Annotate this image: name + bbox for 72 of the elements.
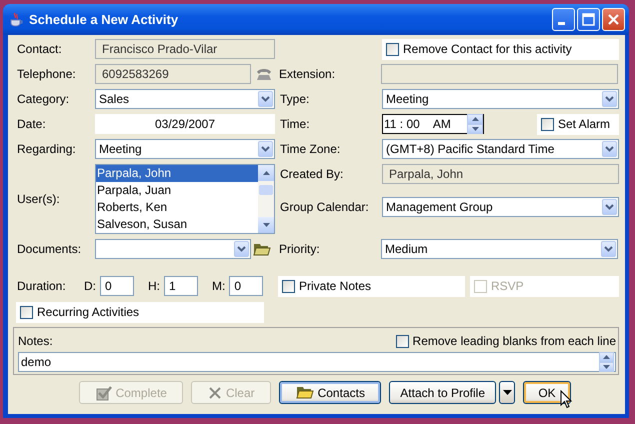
list-item[interactable]: Parpala, Juan — [96, 182, 258, 199]
checkbox-icon — [96, 384, 112, 400]
field-label: Contact: — [17, 42, 63, 56]
dropdown-button[interactable] — [499, 381, 515, 404]
caret-icon — [502, 390, 512, 396]
up-arrow-icon[interactable] — [262, 171, 270, 175]
checkbox[interactable] — [386, 42, 399, 56]
action-button[interactable]: Attach to Profile — [389, 381, 496, 404]
field-label: Date: — [17, 117, 47, 131]
checkbox-label: Remove leading blanks from each line — [412, 334, 616, 348]
field-label: Duration: — [17, 279, 67, 293]
category-dropdown[interactable]: Sales — [95, 89, 275, 109]
folder-icon[interactable] — [253, 241, 271, 257]
field-label: Time: — [280, 117, 311, 131]
field-label: Priority: — [279, 242, 321, 256]
close-icon — [208, 386, 222, 400]
field-label: M: — [212, 279, 226, 293]
telephone-field: 6092583269 — [95, 64, 251, 84]
scrollbar[interactable] — [258, 165, 274, 233]
telephone-icon[interactable] — [255, 67, 273, 81]
down-arrow-icon[interactable] — [262, 223, 270, 227]
field-label: User(s): — [17, 192, 61, 206]
created-by-field: Parpala, John — [382, 164, 619, 184]
minimize-icon[interactable] — [552, 8, 575, 31]
maximize-icon[interactable] — [577, 8, 600, 31]
action-button[interactable]: Contacts — [279, 381, 382, 404]
contact-field: Francisco Prado-Vilar — [95, 39, 275, 59]
folder-icon — [296, 385, 314, 400]
time-field[interactable]: 11 : 00 AM — [382, 114, 484, 134]
checkbox-label: RSVP — [491, 279, 524, 293]
duration-field[interactable]: 0 — [229, 276, 264, 296]
field-label: Group Calendar: — [280, 200, 370, 214]
time-zone-dropdown[interactable]: (GMT+8) Pacific Standard Time — [382, 139, 619, 159]
priority-dropdown[interactable]: Medium — [381, 239, 618, 259]
coffee-cup-icon — [9, 12, 23, 28]
list-item[interactable]: Parpala, John — [96, 165, 258, 182]
date-field[interactable]: 03/29/2007 — [95, 114, 275, 134]
regarding-dropdown[interactable]: Meeting — [95, 139, 275, 159]
field-label: Telephone: — [17, 67, 77, 81]
mouse-pointer-icon — [560, 390, 572, 409]
field-label: Documents: — [17, 242, 82, 256]
documents-dropdown[interactable] — [95, 239, 251, 259]
checkbox-label: Private Notes — [299, 279, 372, 293]
type-dropdown[interactable]: Meeting — [382, 89, 619, 109]
field-label: Category: — [17, 92, 70, 106]
checkbox[interactable] — [541, 118, 554, 130]
spinner-icon[interactable] — [467, 114, 483, 134]
window-title: Schedule a New Activity — [29, 12, 180, 27]
spinner-icon[interactable] — [599, 352, 614, 372]
list-item[interactable]: Roberts, Ken — [96, 199, 258, 216]
duration-field[interactable]: 0 — [100, 276, 134, 296]
scroll-thumb[interactable] — [259, 185, 273, 195]
field-label: H: — [148, 279, 160, 293]
users-list[interactable]: Parpala, John Parpala, Juan Roberts, Ken Salveson, Susan — [95, 164, 275, 234]
checkbox-label: Set Alarm — [558, 117, 610, 131]
checkbox-label: Recurring Activities — [37, 305, 140, 319]
group-calendar-dropdown[interactable]: Management Group — [382, 197, 619, 217]
notes-field[interactable]: demo — [18, 352, 616, 372]
list-item[interactable]: Salveson, Susan — [96, 216, 258, 233]
checkbox[interactable] — [20, 306, 33, 318]
checkbox[interactable] — [282, 280, 295, 292]
field-label: Type: — [280, 92, 310, 106]
notes-label: Notes: — [18, 334, 53, 348]
checkbox[interactable] — [396, 334, 409, 348]
close-icon[interactable] — [602, 8, 625, 31]
field-label: Extension: — [279, 67, 336, 81]
field-label: Regarding: — [17, 142, 77, 156]
field-label: Created By: — [280, 167, 344, 181]
field-label: D: — [84, 279, 96, 293]
duration-field[interactable]: 1 — [164, 276, 198, 296]
field-label: Time Zone: — [280, 142, 342, 156]
checkbox-label: Remove Contact for this activity — [403, 42, 572, 56]
